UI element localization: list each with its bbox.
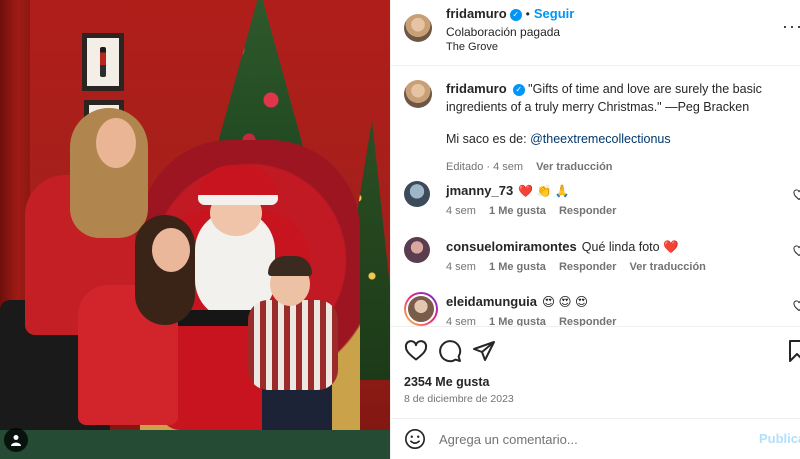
avatar[interactable] [404, 80, 432, 108]
verified-icon: ✓ [512, 83, 525, 96]
see-translation-link[interactable]: Ver traducción [629, 261, 705, 273]
separator: • [525, 7, 530, 21]
action-bar: 2354 Me gusta 8 de diciembre de 2023 [391, 326, 800, 416]
comment-text: 😍 😍 😍 [542, 295, 589, 309]
comment-item: consuelomiramontes Qué linda foto ❤️ 4 se… [404, 237, 800, 277]
avatar[interactable] [404, 14, 432, 42]
save-icon[interactable] [785, 339, 800, 363]
mention-link[interactable]: @theextremecollectionus [530, 132, 671, 146]
comment-item: eleidamunguia 😍 😍 😍 4 sem 1 Me gusta Resp… [404, 292, 800, 326]
avatar[interactable] [404, 237, 430, 263]
more-icon[interactable]: ··· [782, 16, 800, 37]
comment-username[interactable]: consuelomiramontes [446, 239, 577, 254]
boy [248, 300, 338, 390]
comment-meta: 4 sem 1 Me gusta Responder [446, 316, 626, 326]
post-side-panel: fridamuro ✓ • Seguir Colaboración pagada Th… [390, 0, 800, 459]
reply-button[interactable]: Responder [559, 205, 616, 217]
comment-likes[interactable]: 1 Me gusta [489, 205, 546, 217]
comment-text-line: jmanny_73 ❤️ 👏 🙏 [446, 183, 570, 198]
comment-composer: Publicar [391, 418, 800, 459]
post-date: 8 de diciembre de 2023 [404, 393, 514, 405]
caption-username[interactable]: fridamuro [446, 81, 507, 96]
follow-button[interactable]: Seguir [534, 6, 574, 21]
location-link[interactable]: The Grove [446, 41, 498, 53]
username[interactable]: fridamuro [446, 6, 507, 21]
comment-text: ❤️ 👏 🙏 [518, 184, 570, 198]
comment-text-line: eleidamunguia 😍 😍 😍 [446, 294, 588, 309]
caption: fridamuro ✓ "Gifts of time and love are s… [404, 80, 800, 176]
wall-picture [82, 33, 124, 91]
caption-body: fridamuro ✓ "Gifts of time and love are s… [446, 80, 766, 176]
floor [0, 430, 390, 459]
heart-icon[interactable] [793, 245, 800, 260]
reply-button[interactable]: Responder [559, 316, 616, 326]
woman-face [96, 118, 136, 168]
verified-icon: ✓ [509, 8, 522, 21]
caption-meta: Editado · 4 sem Ver traducción [446, 158, 766, 176]
emoji-icon[interactable] [404, 428, 426, 450]
edited-time: Editado · 4 sem [446, 161, 524, 173]
post-photo[interactable] [0, 0, 390, 459]
comment-text-line: consuelomiramontes Qué linda foto ❤️ [446, 239, 679, 255]
avatar[interactable] [404, 181, 430, 207]
caption-suit-text: Mi saco es de: [446, 132, 531, 146]
comment-text: Qué linda foto ❤️ [581, 240, 679, 254]
comment-item: jmanny_73 ❤️ 👏 🙏 4 sem 1 Me gusta Respond… [404, 181, 800, 221]
comment-likes[interactable]: 1 Me gusta [489, 316, 546, 326]
heart-icon[interactable] [404, 339, 428, 363]
comment-time: 4 sem [446, 261, 476, 273]
comment-likes[interactable]: 1 Me gusta [489, 261, 546, 273]
user-tag-icon[interactable] [4, 428, 28, 452]
girl-face [152, 228, 190, 272]
likes-count[interactable]: 2354 Me gusta [404, 375, 489, 389]
share-icon[interactable] [472, 339, 496, 363]
post-header: fridamuro ✓ • Seguir Colaboración pagada Th… [391, 0, 800, 66]
publish-button[interactable]: Publicar [759, 431, 800, 446]
heart-icon[interactable] [793, 300, 800, 315]
story-ring[interactable] [404, 292, 438, 326]
see-translation-link[interactable]: Ver traducción [536, 161, 612, 173]
header-line: fridamuro ✓ • Seguir [446, 6, 574, 21]
heart-icon[interactable] [793, 189, 800, 204]
comment-input[interactable] [439, 425, 749, 453]
reply-button[interactable]: Responder [559, 261, 616, 273]
boy-hair [268, 256, 312, 276]
avatar [406, 294, 436, 324]
comment-time: 4 sem [446, 205, 476, 217]
paid-partnership-label[interactable]: Colaboración pagada [446, 25, 560, 39]
comment-time: 4 sem [446, 316, 476, 326]
comment-icon[interactable] [438, 339, 462, 363]
comment-username[interactable]: jmanny_73 [446, 183, 513, 198]
comment-meta: 4 sem 1 Me gusta Responder [446, 205, 626, 217]
comment-meta: 4 sem 1 Me gusta Responder Ver traducció… [446, 261, 716, 273]
comment-username[interactable]: eleidamunguia [446, 294, 537, 309]
